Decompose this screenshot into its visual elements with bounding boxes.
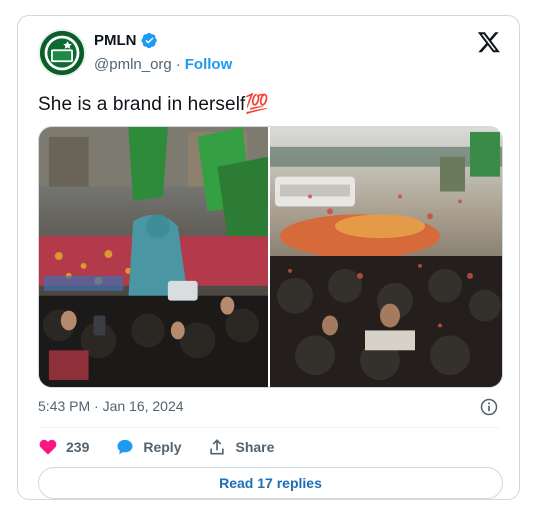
like-count: 239 (66, 439, 90, 455)
x-logo-icon[interactable] (477, 30, 501, 54)
avatar-logo-icon (40, 31, 84, 75)
tweet-actions: 239 Reply Share (38, 437, 300, 457)
verified-badge-icon (140, 32, 157, 49)
follow-button[interactable]: Follow (185, 56, 233, 73)
rally-photo-right-image (270, 127, 502, 387)
reply-label: Reply (143, 439, 182, 455)
tweet-media[interactable] (38, 126, 503, 388)
rally-photo-left[interactable] (39, 127, 270, 387)
handle-separator: · (175, 56, 181, 73)
share-upload-icon (210, 439, 225, 455)
display-name[interactable]: PMLN (94, 32, 137, 49)
rally-photo-left-image (39, 127, 268, 387)
tweet-card: PMLN @pmln_org · Follow She is a brand i… (17, 15, 520, 500)
avatar[interactable] (38, 29, 86, 77)
tweet-timestamp[interactable]: 5:43 PM · Jan 16, 2024 (38, 398, 184, 414)
rally-photo-right[interactable] (270, 127, 502, 387)
reply-bubble-icon (117, 439, 133, 455)
reply-button[interactable]: Reply (115, 437, 181, 457)
share-label: Share (235, 439, 275, 455)
info-icon[interactable] (479, 397, 499, 417)
heart-icon (39, 439, 57, 455)
tweet-text: She is a brand in herself💯 (38, 94, 270, 115)
share-button[interactable]: Share (207, 437, 274, 457)
divider (38, 427, 499, 428)
author-handle[interactable]: @pmln_org (94, 56, 172, 73)
read-replies-button[interactable]: Read 17 replies (38, 467, 503, 499)
like-button[interactable]: 239 (38, 437, 89, 457)
